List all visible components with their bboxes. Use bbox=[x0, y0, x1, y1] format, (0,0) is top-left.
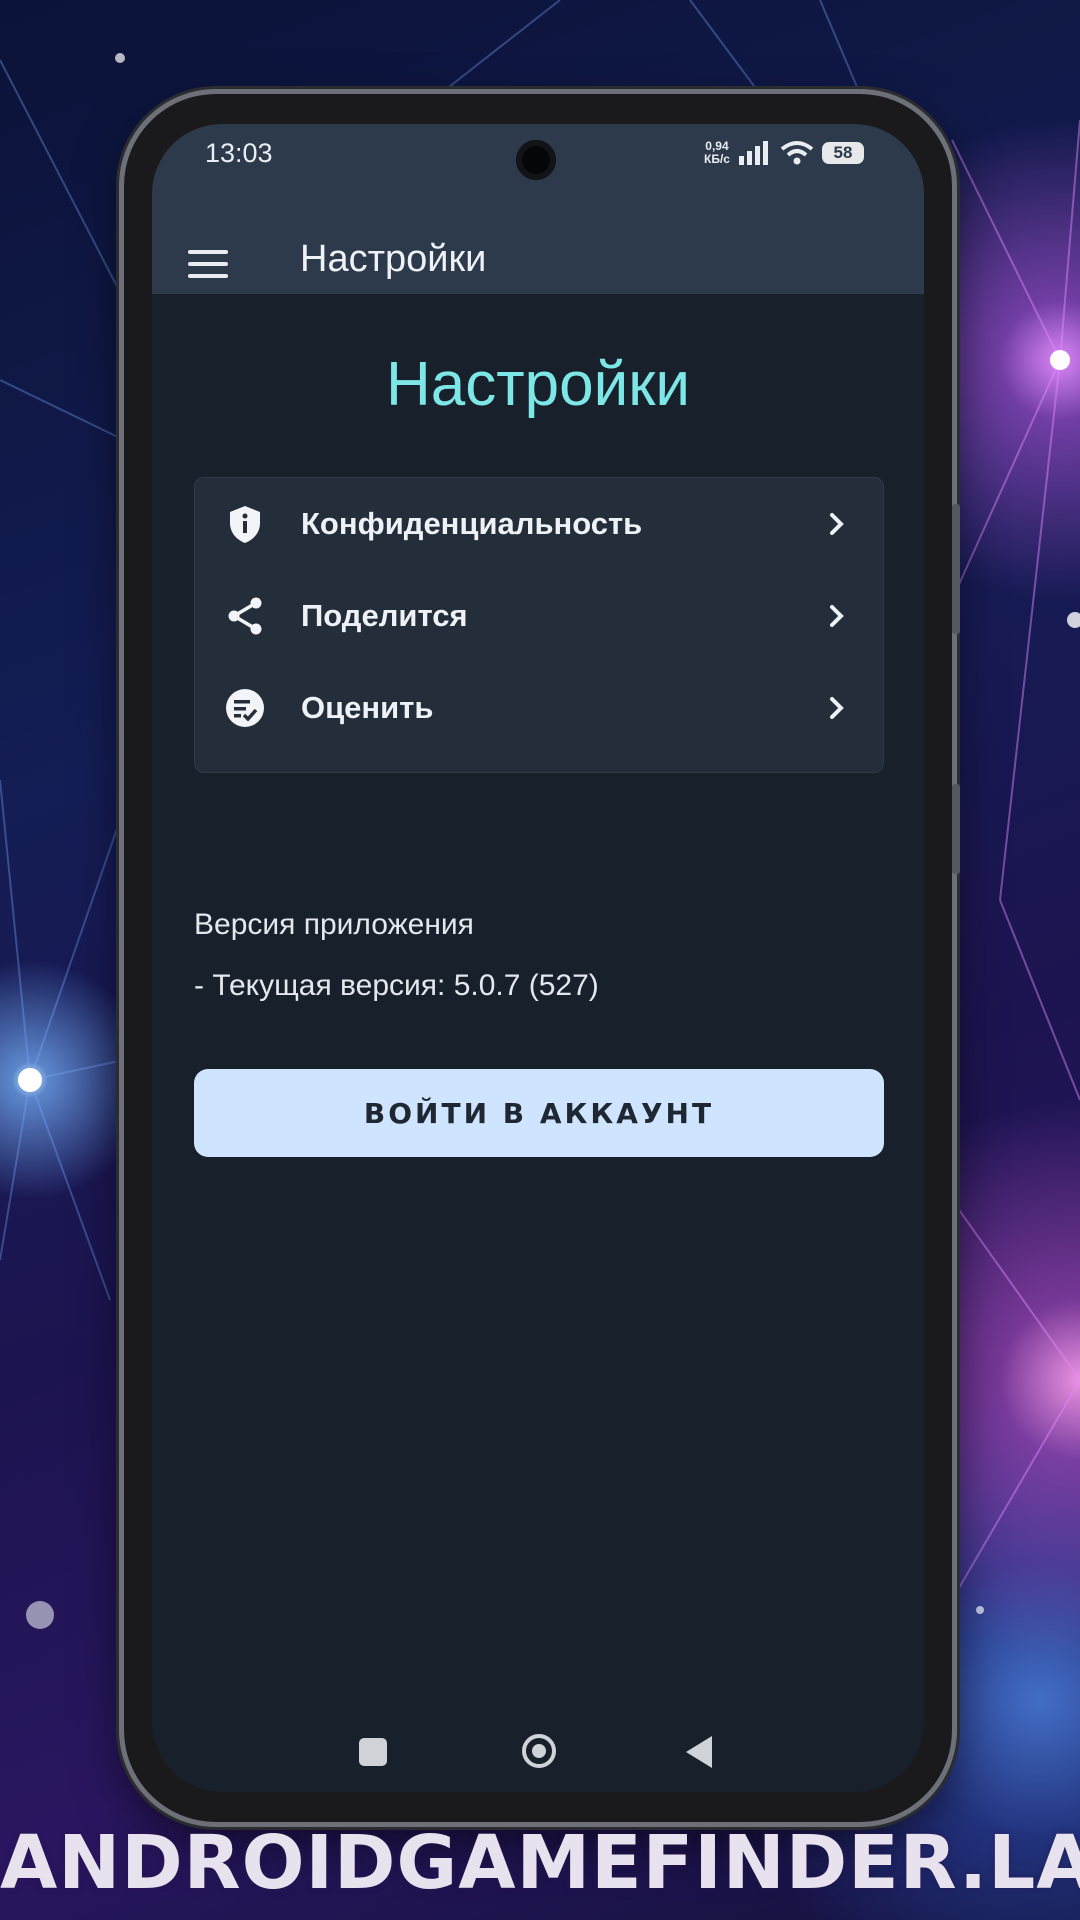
chevron-right-icon bbox=[830, 605, 844, 627]
signal-icon bbox=[738, 141, 768, 165]
volume-button bbox=[952, 504, 960, 634]
phone-frame: 13:03 0,94 КБ/с 58 Настройки Настройки К… bbox=[124, 94, 960, 1822]
status-icons: 0,94 КБ/с 58 bbox=[704, 136, 864, 170]
menu-item-label: Поделится bbox=[301, 598, 468, 633]
menu-item-privacy[interactable]: Конфиденциальность bbox=[195, 478, 883, 570]
shield-info-icon bbox=[230, 506, 260, 543]
app-bar-title: Настройки bbox=[300, 238, 487, 280]
page-title: Настройки bbox=[385, 350, 690, 419]
recent-apps-icon[interactable] bbox=[359, 1738, 387, 1766]
menu-item-share[interactable]: Поделится bbox=[195, 570, 883, 662]
version-text: - Текущая версия: 5.0.7 (527) bbox=[194, 969, 599, 1002]
phone-screen: 13:03 0,94 КБ/с 58 Настройки Настройки К… bbox=[152, 124, 924, 1792]
app-bar: 13:03 0,94 КБ/с 58 Настройки bbox=[152, 124, 924, 294]
back-icon[interactable] bbox=[686, 1736, 712, 1768]
menu-item-label: Оценить bbox=[301, 690, 434, 725]
front-camera bbox=[516, 140, 556, 180]
chevron-right-icon bbox=[830, 513, 844, 535]
version-title: Версия приложения bbox=[194, 908, 474, 941]
hamburger-menu-icon[interactable] bbox=[188, 250, 228, 280]
net-speed-unit: КБ/с bbox=[704, 152, 730, 166]
settings-card: Конфиденциальность Поделится Оценить bbox=[194, 477, 884, 773]
home-icon[interactable] bbox=[522, 1734, 556, 1768]
wifi-icon bbox=[780, 141, 814, 165]
rate-icon bbox=[226, 689, 264, 727]
status-time: 13:03 bbox=[205, 138, 273, 168]
login-button[interactable]: ВОЙТИ В АККАУНТ bbox=[194, 1069, 884, 1157]
share-icon bbox=[228, 597, 262, 635]
menu-item-rate[interactable]: Оценить bbox=[195, 662, 883, 754]
power-button bbox=[952, 784, 960, 874]
nav-bar bbox=[152, 1734, 924, 1784]
menu-item-label: Конфиденциальность bbox=[301, 506, 643, 541]
net-speed: 0,94 КБ/с bbox=[704, 140, 730, 166]
watermark: ANDROIDGAMEFINDER.LAT bbox=[0, 1820, 1080, 1906]
chevron-right-icon bbox=[830, 697, 844, 719]
battery-icon: 58 bbox=[821, 142, 864, 164]
